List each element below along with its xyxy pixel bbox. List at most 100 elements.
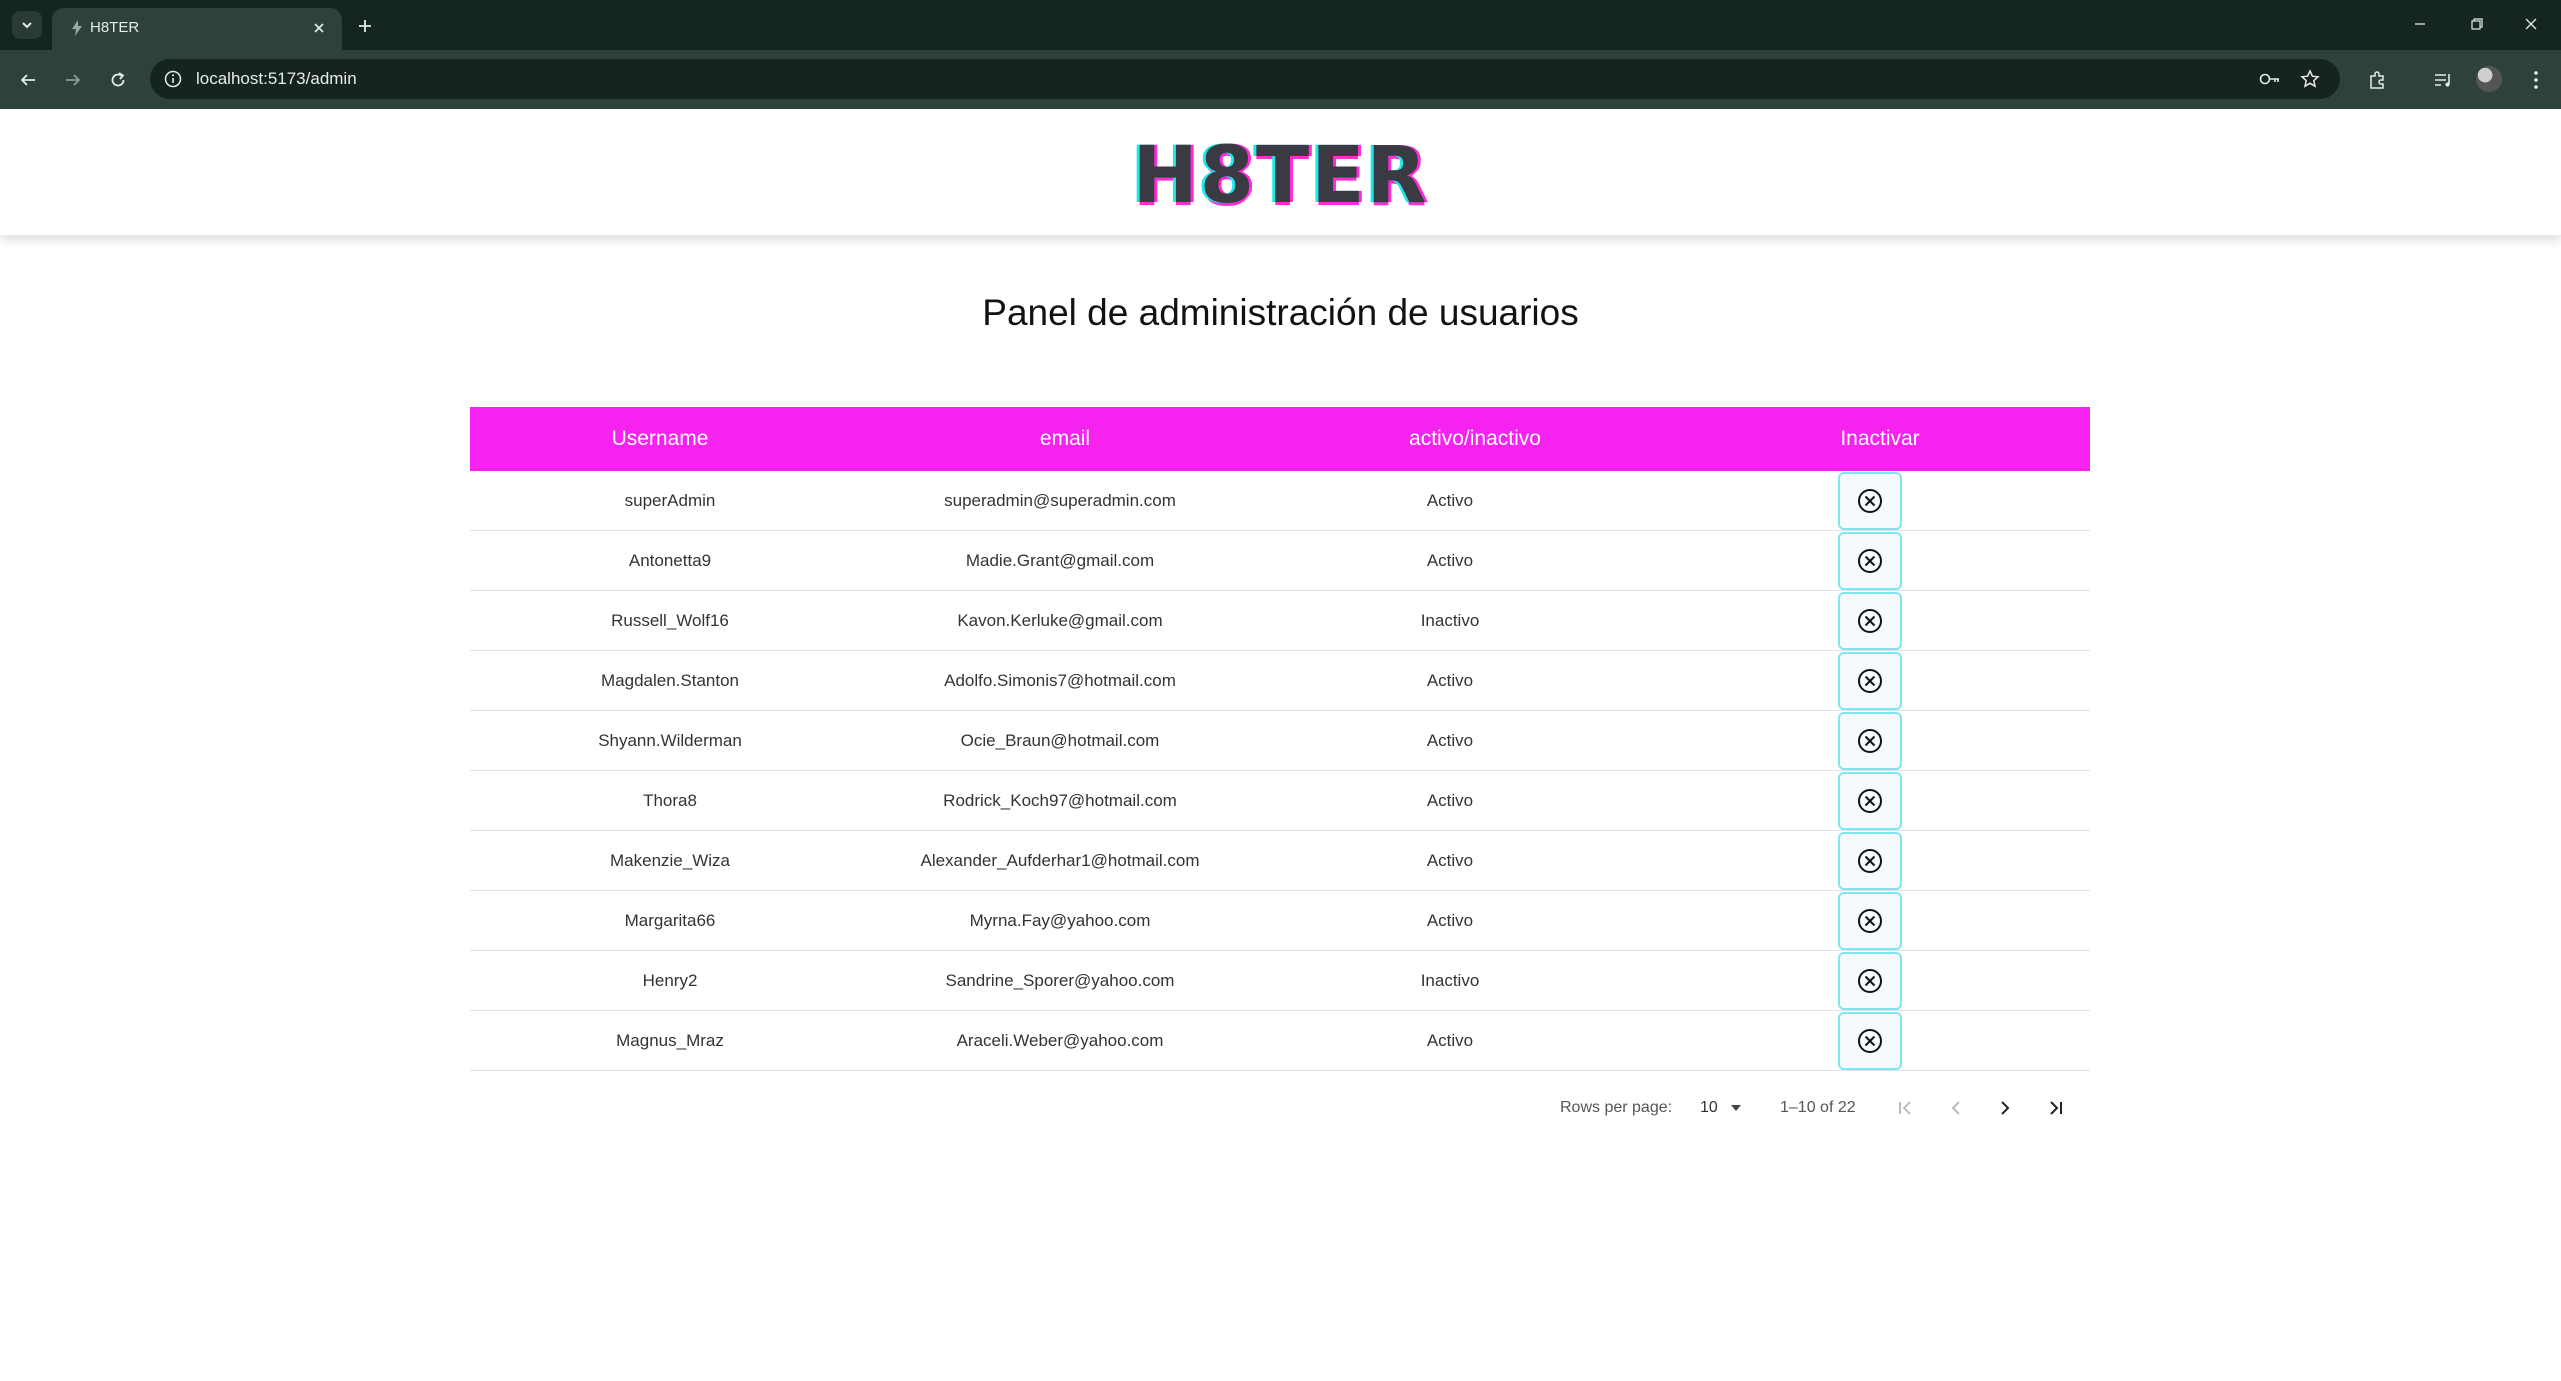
last-page-icon <box>2050 1101 2062 1115</box>
address-bar[interactable]: localhost:5173/admin <box>150 59 2340 99</box>
cell-email: Sandrine_Sporer@yahoo.com <box>945 970 1175 990</box>
cell-status: Activo <box>1426 730 1474 750</box>
arrow-left-icon <box>20 74 35 86</box>
page-title: Panel de administración de usuarios <box>982 292 1579 333</box>
deactivate-user-button[interactable] <box>1838 831 1902 890</box>
url-text[interactable]: localhost:5173/admin <box>196 69 357 89</box>
first-page-button[interactable] <box>1889 1091 1923 1125</box>
cell-status: Activo <box>1426 910 1474 930</box>
cell-action <box>1650 951 2090 1010</box>
browser-tab-bar: H8TER <box>0 0 2561 50</box>
media-controls-button[interactable] <box>2428 65 2458 95</box>
users-table: Username email activo/inactivo Inactivar… <box>470 407 2090 1071</box>
cell-status: Inactivo <box>1420 610 1480 630</box>
restore-icon <box>2471 18 2483 30</box>
table-row: Henry2 Sandrine_Sporer@yahoo.com Inactivo <box>470 951 2090 1011</box>
circle-x-icon <box>1857 848 1883 874</box>
cell-username: superAdmin <box>624 490 716 510</box>
playlist-icon <box>2435 74 2450 87</box>
cell-action <box>1650 531 2090 590</box>
back-button[interactable] <box>13 65 43 95</box>
table-row: Russell_Wolf16 Kavon.Kerluke@gmail.com Ina… <box>470 591 2090 651</box>
browser-tab[interactable]: H8TER <box>52 8 342 50</box>
caret-down-icon <box>1730 1105 1741 1111</box>
profile-avatar[interactable] <box>2476 66 2502 92</box>
deactivate-user-button[interactable] <box>1838 711 1902 770</box>
password-key-icon[interactable] <box>2256 65 2284 93</box>
circle-x-icon <box>1857 1028 1883 1054</box>
minimize-button[interactable] <box>2390 6 2450 42</box>
cell-username: Margarita66 <box>624 910 716 930</box>
cell-username: Russell_Wolf16 <box>611 610 729 630</box>
cell-username: Thora8 <box>643 790 697 810</box>
cell-status: Activo <box>1426 670 1474 690</box>
circle-x-icon <box>1857 608 1883 634</box>
site-info-icon[interactable] <box>160 66 186 92</box>
column-header-email: email <box>1039 427 1091 450</box>
deactivate-user-button[interactable] <box>1838 771 1902 830</box>
deactivate-user-button[interactable] <box>1838 1011 1902 1070</box>
table-row: Thora8 Rodrick_Koch97@hotmail.com Activo <box>470 771 2090 831</box>
rows-per-page-select[interactable]: 10 <box>1700 1090 1742 1126</box>
table-body: superAdmin superadmin@superadmin.com Activ… <box>470 471 2090 1071</box>
new-tab-button[interactable] <box>350 11 380 41</box>
close-tab-button[interactable] <box>306 15 332 41</box>
table-row: Makenzie_Wiza Alexander_Aufderhar1@hotmai… <box>470 831 2090 891</box>
kebab-menu-icon <box>2534 71 2538 89</box>
cell-action <box>1650 471 2090 530</box>
cell-status: Activo <box>1426 1030 1474 1050</box>
tab-title: H8TER <box>90 19 140 36</box>
cell-username: Antonetta9 <box>628 550 712 570</box>
column-header-status: activo/inactivo <box>1409 427 1541 450</box>
cell-email: Rodrick_Koch97@hotmail.com <box>943 790 1177 810</box>
app-header: H8TER <box>0 109 2561 235</box>
circle-x-icon <box>1857 488 1883 514</box>
reload-button[interactable] <box>103 65 133 95</box>
table-row: Magnus_Mraz Araceli.Weber@yahoo.com Activo <box>470 1011 2090 1071</box>
deactivate-user-button[interactable] <box>1838 891 1902 950</box>
forward-button[interactable] <box>58 65 88 95</box>
cell-email: Alexander_Aufderhar1@hotmail.com <box>920 850 1200 870</box>
cell-action <box>1650 831 2090 890</box>
cell-status: Activo <box>1426 490 1474 510</box>
previous-page-button[interactable] <box>1939 1091 1973 1125</box>
chevron-left-icon <box>1951 1101 1960 1115</box>
next-page-button[interactable] <box>1988 1091 2022 1125</box>
bolt-icon <box>66 17 88 39</box>
cell-action <box>1650 891 2090 950</box>
circle-x-icon <box>1857 668 1883 694</box>
cell-action <box>1650 711 2090 770</box>
deactivate-user-button[interactable] <box>1838 951 1902 1010</box>
close-window-button[interactable] <box>2501 6 2561 42</box>
cell-email: Adolfo.Simonis7@hotmail.com <box>944 670 1176 690</box>
cell-username: Henry2 <box>642 970 698 990</box>
column-header-username: Username <box>611 427 709 450</box>
deactivate-user-button[interactable] <box>1838 591 1902 650</box>
cell-email: Ocie_Braun@hotmail.com <box>960 730 1160 750</box>
circle-x-icon <box>1857 908 1883 934</box>
rows-per-page-label: Rows per page: <box>1560 1099 1673 1116</box>
cell-status: Activo <box>1426 850 1474 870</box>
cell-username: Shyann.Wilderman <box>598 730 742 750</box>
cell-email: Araceli.Weber@yahoo.com <box>956 1030 1164 1050</box>
restore-button[interactable] <box>2447 6 2507 42</box>
cell-username: Magdalen.Stanton <box>601 670 739 690</box>
table-row: Shyann.Wilderman Ocie_Braun@hotmail.com Ac… <box>470 711 2090 771</box>
plus-icon <box>359 20 371 32</box>
arrow-right-icon <box>66 74 81 86</box>
star-icon[interactable] <box>2296 65 2324 93</box>
extensions-button[interactable] <box>2362 65 2392 95</box>
first-page-icon <box>1899 1101 1911 1115</box>
browser-menu-button[interactable] <box>2521 65 2551 95</box>
minimize-icon <box>2415 23 2425 25</box>
deactivate-user-button[interactable] <box>1838 471 1902 530</box>
deactivate-user-button[interactable] <box>1838 531 1902 590</box>
last-page-button[interactable] <box>2038 1091 2072 1125</box>
deactivate-user-button[interactable] <box>1838 651 1902 710</box>
app-logo[interactable]: H8TER <box>0 137 2561 215</box>
cell-email: Myrna.Fay@yahoo.com <box>969 910 1151 930</box>
cell-email: Kavon.Kerluke@gmail.com <box>957 610 1163 630</box>
tab-search-button[interactable] <box>12 11 42 39</box>
cell-action <box>1650 651 2090 710</box>
table-row: Margarita66 Myrna.Fay@yahoo.com Activo <box>470 891 2090 951</box>
